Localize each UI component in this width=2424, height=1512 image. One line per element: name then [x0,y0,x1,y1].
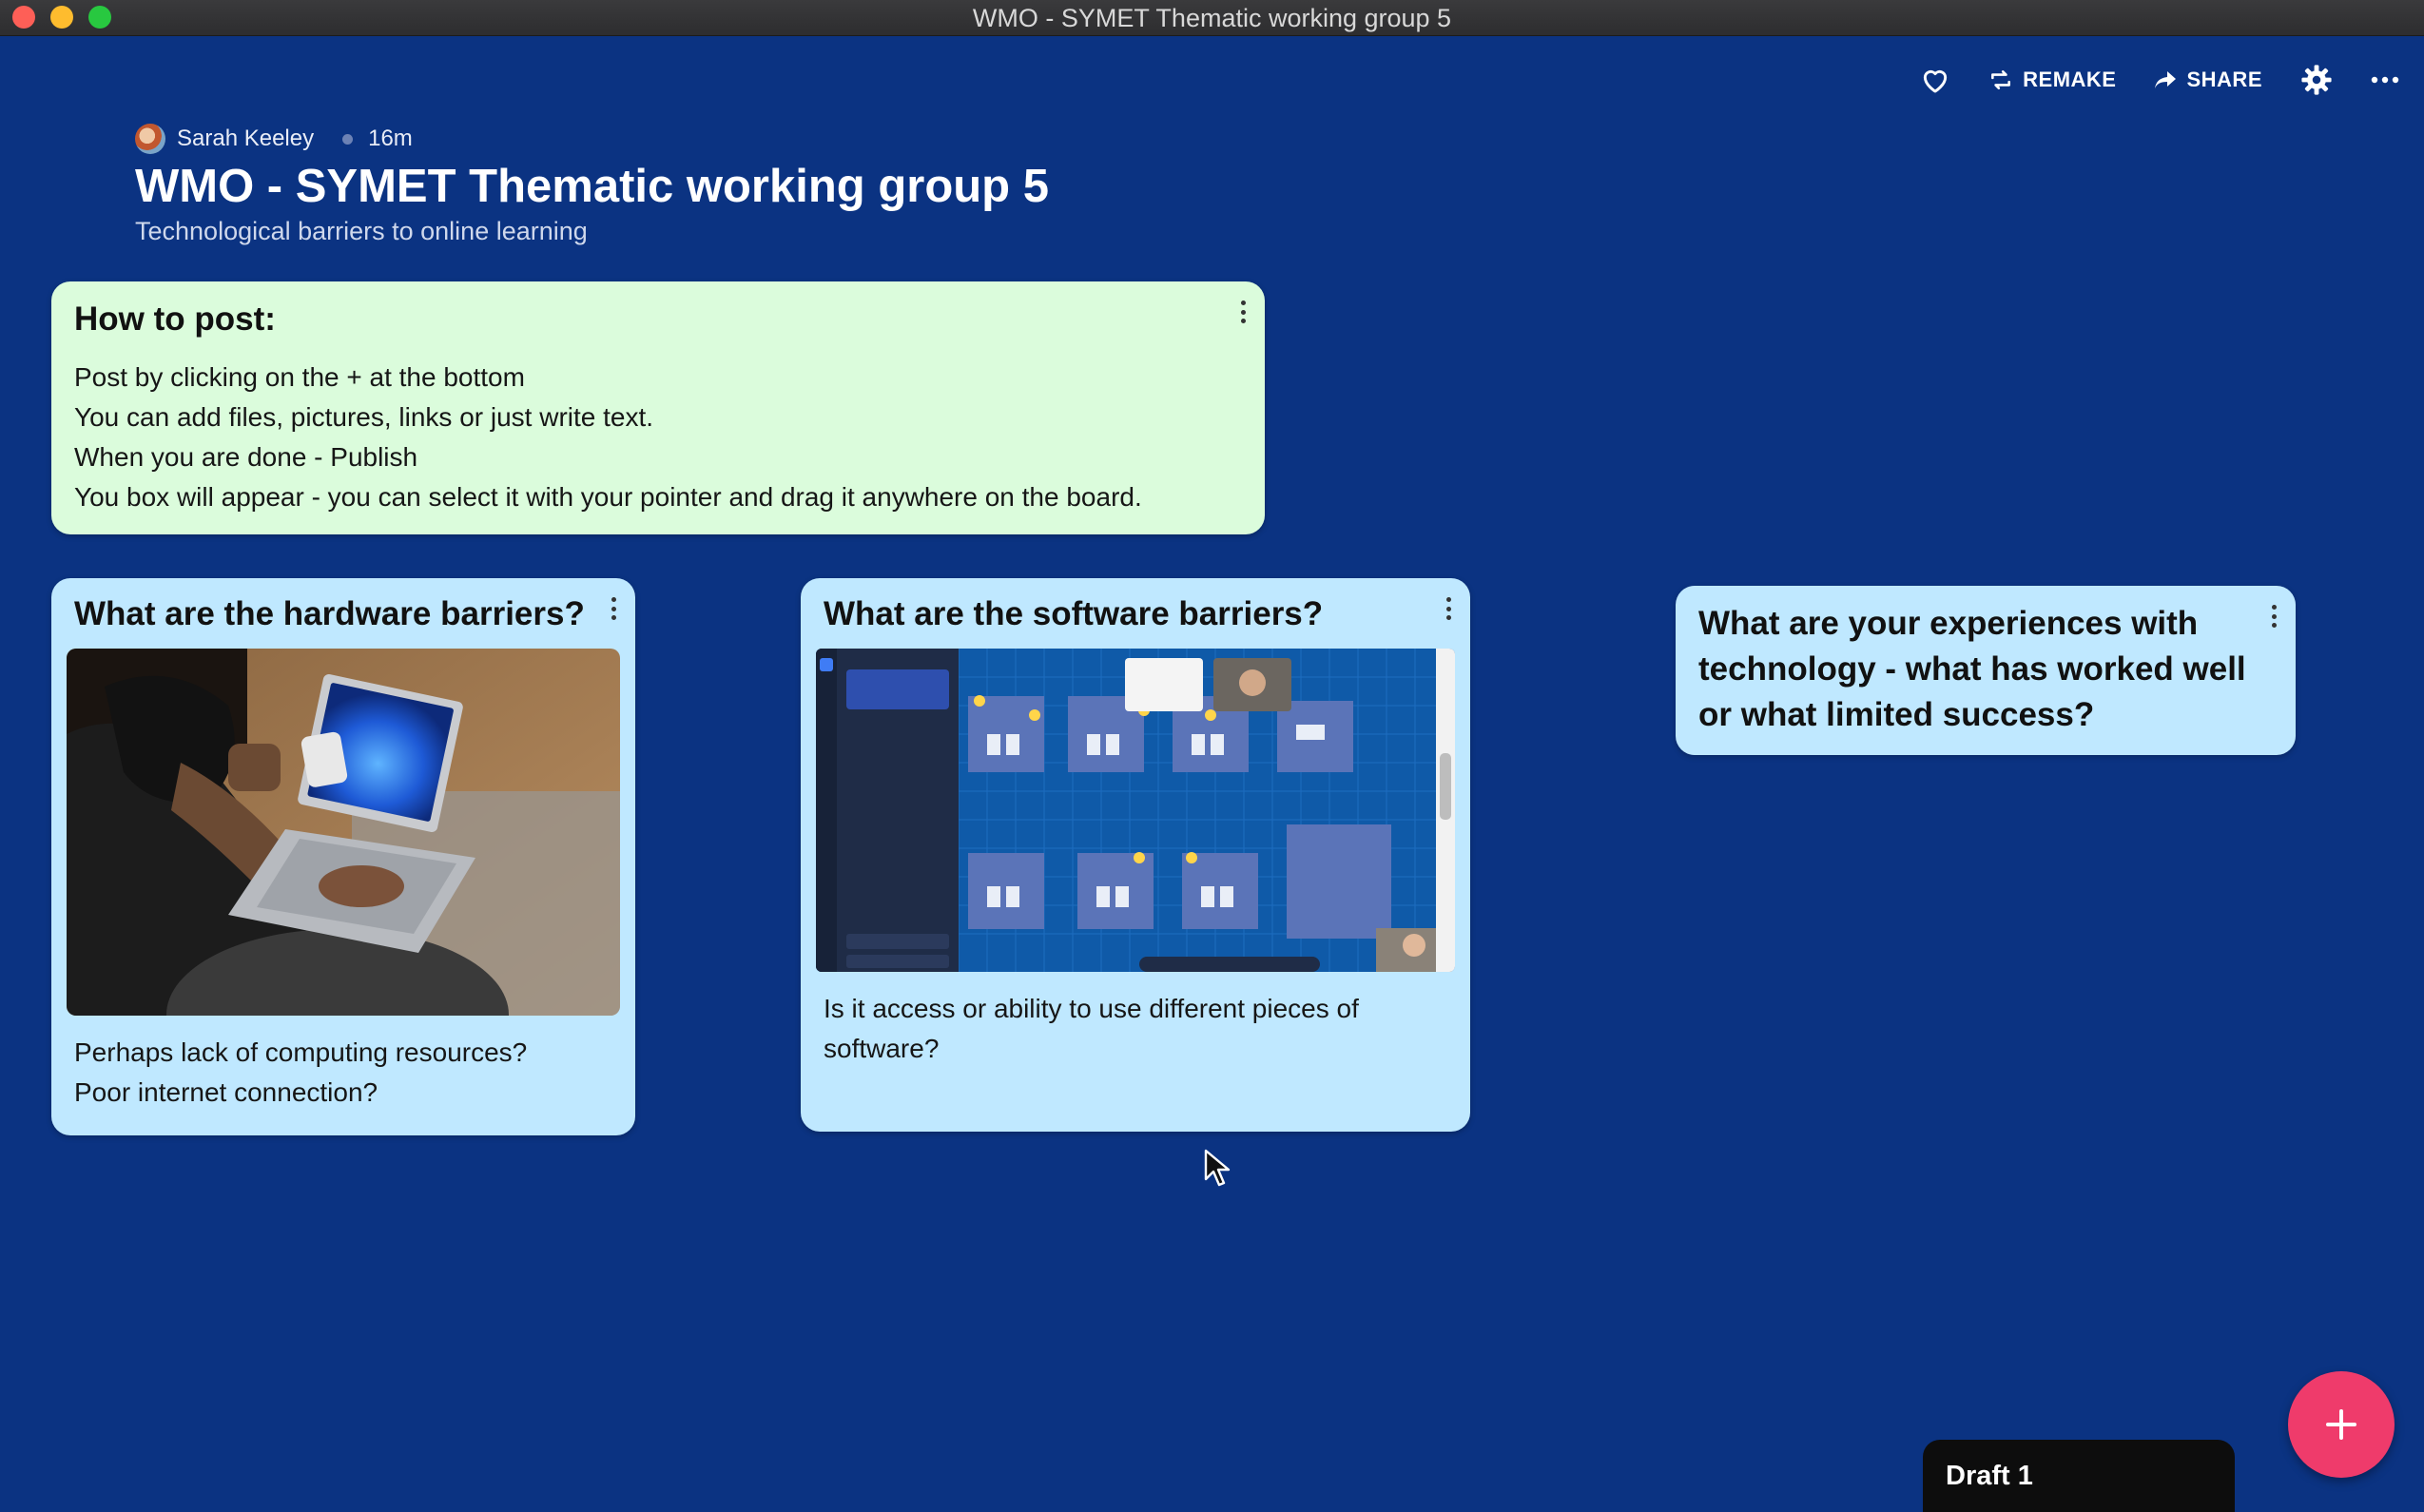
kebab-dot-icon [611,597,616,602]
plus-icon [2326,1409,2356,1440]
card-menu-button[interactable] [605,593,622,624]
kebab-dot-icon [611,606,616,611]
card-title: What are the hardware barriers? [74,595,585,632]
kebab-dot-icon [1445,606,1451,611]
card-body: Is it access or ability to use different… [824,994,1359,1063]
card-body-line: Post by clicking on the + at the bottom [74,362,525,392]
share-label: SHARE [2186,68,2262,91]
share-button[interactable]: SHARE [2154,68,2262,92]
remake-button[interactable]: REMAKE [1988,68,2116,92]
more-horizontal-icon [2371,76,2399,84]
kebab-dot-icon [1240,300,1246,305]
remake-label: REMAKE [2023,68,2117,91]
heart-icon [1924,69,1948,93]
laptop-photo-illustration [67,649,620,1016]
page-title: WMO - SYMET Thematic working group 5 [135,161,1049,212]
kebab-dot-icon [1240,309,1246,315]
author-row: Sarah Keeley 16m [135,124,413,154]
gear-icon [2301,65,2332,95]
card-body-line: You box will appear - you can select it … [74,482,1142,512]
card-menu-button[interactable] [1234,297,1251,327]
avatar[interactable] [135,124,165,154]
card-menu-button[interactable] [1440,593,1457,624]
board-toolbar: REMAKE SHARE [1882,61,2399,99]
kebab-dot-icon [1445,597,1451,602]
window-title: WMO - SYMET Thematic working group 5 [972,4,1452,32]
card-body-line: You can add files, pictures, links or ju… [74,402,654,432]
virtual-office-illustration [816,649,1455,972]
author-name[interactable]: Sarah Keeley [177,126,314,152]
laptop-photo[interactable] [67,649,620,1016]
mouse-cursor-icon [1204,1149,1231,1187]
time-ago: 16m [368,126,413,151]
page-subtitle: Technological barriers to online learnin… [135,217,588,245]
howto-card[interactable]: How to post: Post by clicking on the + a… [51,281,1265,534]
card-title: How to post: [74,300,276,338]
add-post-button[interactable] [2288,1371,2395,1478]
separator-dot [342,133,354,145]
window-titlebar: WMO - SYMET Thematic working group 5 [0,0,2424,36]
settings-button[interactable] [2300,64,2333,96]
experiences-card[interactable]: What are your experiences with technolog… [1676,586,2296,755]
software-barriers-card[interactable]: What are the software barriers? Is it ac… [801,578,1470,1132]
card-body: Post by clicking on the + at the bottom … [74,358,1242,517]
kebab-dot-icon [2271,605,2277,610]
card-menu-button[interactable] [2265,601,2282,631]
kebab-dot-icon [2271,623,2277,628]
draft-tab[interactable]: Draft 1 [1923,1440,2235,1512]
like-button[interactable] [1920,66,1950,94]
more-options-button[interactable] [2371,75,2399,85]
card-body: Perhaps lack of computing resources? Poo… [67,1033,620,1113]
repeat-icon [1991,70,2011,89]
card-body-line: Poor internet connection? [74,1077,378,1107]
card-body-line: Perhaps lack of computing resources? [74,1037,528,1067]
hardware-barriers-card[interactable]: What are the hardware barriers? Perhaps … [51,578,635,1135]
kebab-dot-icon [2271,613,2277,619]
kebab-dot-icon [1445,615,1451,620]
share-arrow-icon [2155,71,2177,88]
kebab-dot-icon [611,615,616,620]
card-body-line: When you are done - Publish [74,442,418,472]
virtual-office-screenshot[interactable] [816,649,1455,972]
kebab-dot-icon [1240,319,1246,323]
card-title: What are your experiences with technolog… [1698,605,2246,733]
card-title: What are the software barriers? [824,595,1324,632]
